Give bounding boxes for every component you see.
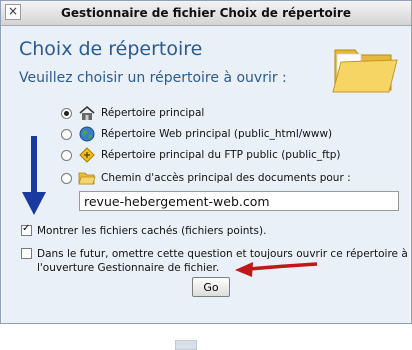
go-button[interactable]: Go [192, 277, 230, 297]
option-label: Répertoire principal du FTP public (publ… [101, 149, 341, 161]
remember-choice-line-1: Dans le futur, omettre cette question et… [37, 248, 408, 260]
option-web-directory[interactable]: Répertoire Web principal (public_html/ww… [61, 125, 332, 143]
remember-choice-line-2: l'ouverture Gestionnaire de fichier. [37, 262, 220, 274]
option-label: Chemin d'accès principal des documents p… [101, 172, 351, 184]
home-icon [79, 106, 95, 120]
open-folder-icon [332, 49, 398, 93]
option-home-directory[interactable]: Répertoire principal [61, 104, 204, 122]
radio-document-root[interactable] [61, 172, 72, 184]
radio-ftp-directory[interactable] [61, 149, 72, 161]
dialog-subheading: Veuillez choisir un répertoire à ouvrir … [19, 70, 287, 86]
radio-web-directory[interactable] [61, 128, 72, 140]
annotation-arrow-down [22, 136, 46, 215]
dialog-heading: Choix de répertoire [19, 38, 203, 60]
ftp-icon [79, 147, 95, 163]
radio-home-directory[interactable] [61, 107, 72, 119]
dialog-content: Choix de répertoire Veuillez choisir un … [3, 26, 409, 350]
option-document-root[interactable]: Chemin d'accès principal des documents p… [61, 169, 351, 187]
option-label: Répertoire principal [101, 107, 205, 119]
remember-choice-checkbox[interactable] [21, 248, 32, 259]
annotation-arrow-left [235, 262, 318, 277]
globe-icon [79, 126, 95, 142]
dialog-window: × Gestionnaire de fichier Choix de réper… [0, 0, 412, 350]
document-root-path-input[interactable] [79, 191, 399, 211]
title-bar: × Gestionnaire de fichier Choix de réper… [1, 1, 411, 26]
show-hidden-label: Montrer les fichiers cachés (fichiers po… [37, 225, 267, 237]
resize-grip [175, 340, 197, 350]
option-label: Répertoire Web principal (public_html/ww… [101, 128, 333, 140]
remember-choice-label: Dans le futur, omettre cette question et… [37, 247, 408, 275]
show-hidden-checkbox[interactable] [21, 223, 32, 236]
option-ftp-directory[interactable]: Répertoire principal du FTP public (publ… [61, 146, 341, 164]
window-title: Gestionnaire de fichier Choix de réperto… [61, 6, 351, 20]
folder-icon [78, 172, 96, 185]
